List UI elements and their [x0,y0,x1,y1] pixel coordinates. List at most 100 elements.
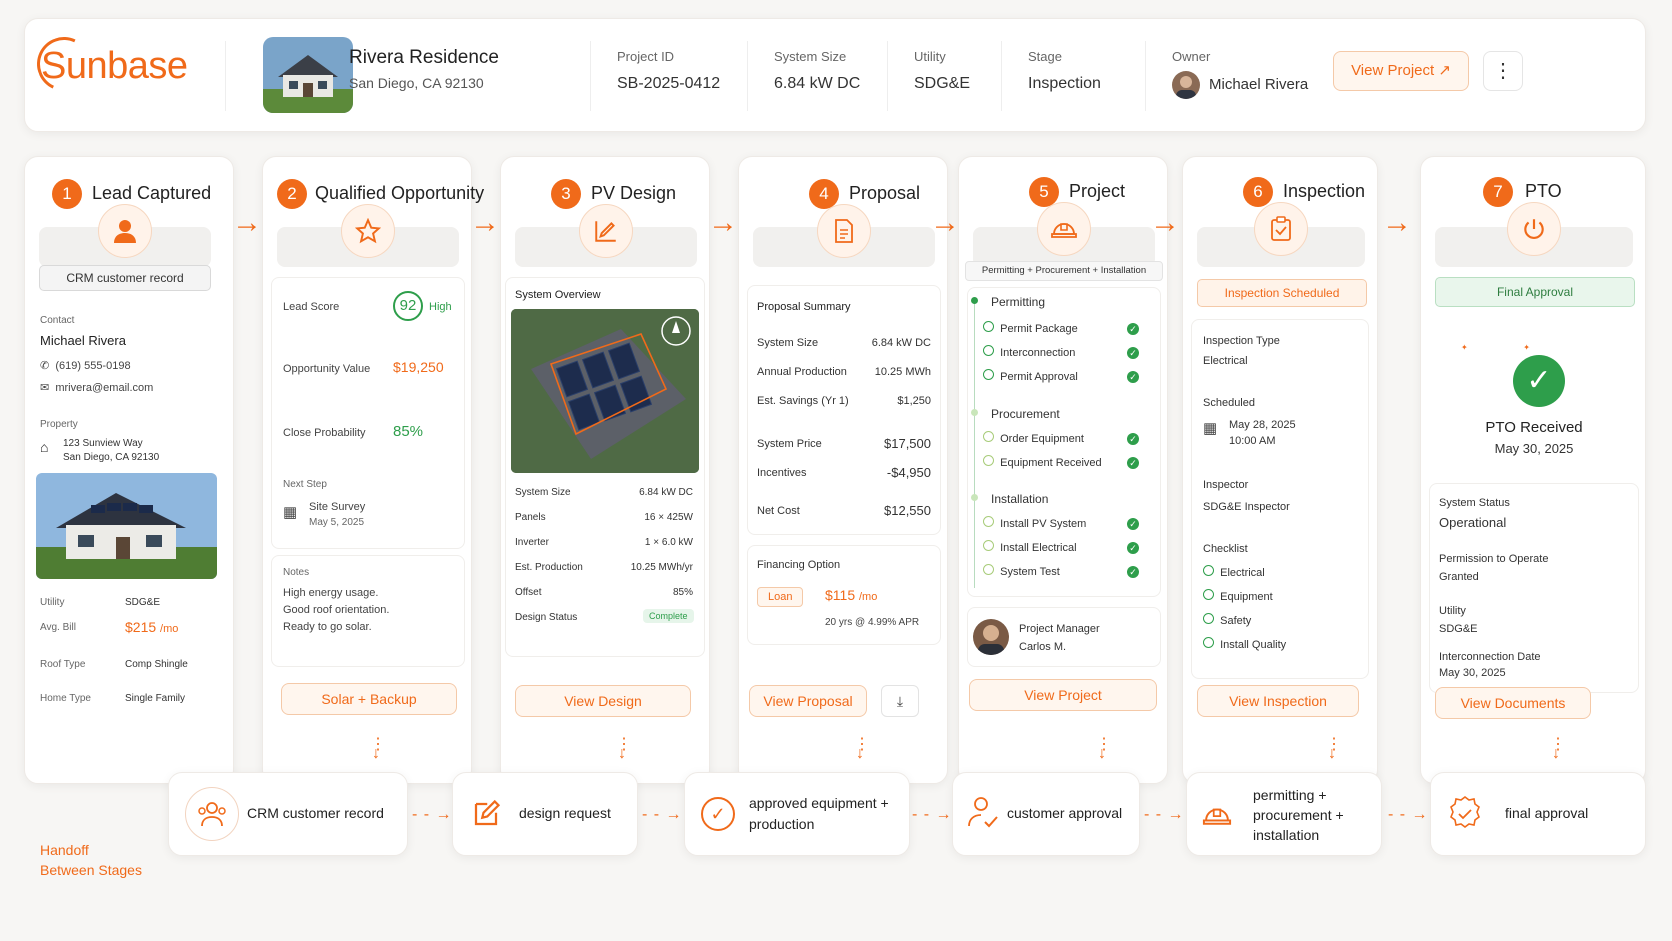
circle-icon [983,321,994,332]
circle-icon [983,516,994,527]
design-pencil-icon [579,204,633,258]
handoff-label: final approval [1505,805,1589,821]
check-icon: ✓ [1127,433,1139,445]
view-design-button[interactable]: View Design [515,685,691,717]
lead-score-level: High [429,301,452,313]
download-icon[interactable]: ⤓ [881,685,919,717]
stage-pto: 7 PTO Final Approval ✓ ✦ ✦ PTO Received … [1420,156,1646,784]
view-inspection-button[interactable]: View Inspection [1197,685,1359,717]
stage-value: Inspection [1028,75,1101,92]
phone-row[interactable]: ✆ (619) 555-0198 [40,359,131,372]
stage-lead-captured: 1 Lead Captured CRM customer record Cont… [24,156,234,784]
system-size-value: 6.84 kW DC [774,75,861,92]
handoff-label: permitting + procurement + installation [1253,787,1344,843]
circle-icon [983,345,994,356]
flow-arrow-icon: → [470,206,500,239]
stage-title: Lead Captured [92,183,212,203]
design-status-label: Design Status [515,612,578,623]
notes-label: Notes [283,567,310,578]
flow-arrow-icon: → [930,206,960,239]
system-overview-label: System Overview [515,289,601,301]
stage-number: 6 [1243,177,1273,207]
more-options-button[interactable]: ⋮ [1483,51,1523,91]
pm-label: Project Manager [1019,623,1100,635]
user-check-icon [967,795,999,834]
roof-label: Roof Type [40,659,86,670]
utility-label: Utility [40,597,65,608]
stage-proposal: 4 Proposal Proposal Summary System Size … [738,156,948,784]
crm-record-badge: CRM customer record [39,265,211,291]
incentives-label: Incentives [757,467,807,479]
down-arrow-icon: ⋮ ↓ [370,736,386,762]
task-row: Interconnection [983,345,1075,359]
dashed-arrow-icon: - - → [1388,806,1429,823]
spec-value: 6.84 kW DC [639,487,693,498]
stage-pv-design: 3 PV Design System Overview System Size … [500,156,710,784]
spec-label: Inverter [515,537,549,548]
inspection-scheduled-badge: Inspection Scheduled [1197,279,1367,307]
home-type-value: Single Family [125,693,186,704]
system-status-label: System Status [1439,497,1510,509]
pto-received-date: May 30, 2025 [1494,441,1574,456]
lead-score-ring: 92 [393,291,423,321]
view-proposal-button[interactable]: View Proposal [749,685,867,717]
check-circle-icon [1203,589,1214,600]
inspector-label: Inspector [1203,479,1249,491]
inspection-type-value: Electrical [1203,355,1248,367]
system-price-label: System Price [757,438,822,450]
check-icon: ✓ [1127,542,1139,554]
check-icon: ✓ [1127,566,1139,578]
dashed-arrow-icon: - - → [1144,806,1185,823]
handoff-design-request: design request [452,772,638,856]
group-title: Installation [991,492,1049,506]
property-label: Property [40,419,78,430]
hardhat-icon [1201,803,1233,832]
check-icon: ✓ [1127,457,1139,469]
email-row[interactable]: ✉ mrivera@email.com [40,381,153,394]
task-row: Install PV System [983,516,1086,530]
owner-name: Michael Rivera [1209,76,1309,93]
task-row: Order Equipment [983,431,1084,445]
calendar-icon: ▦ [1203,420,1218,437]
roof-value: Comp Shingle [125,659,188,670]
handoff-label: design request [519,805,611,821]
scheduled-time: 10:00 AM [1229,435,1276,447]
spec-value: 85% [672,587,693,598]
loan-badge[interactable]: Loan [757,587,804,607]
pto-permission-label: Permission to Operate [1439,553,1549,565]
view-project-stage-button[interactable]: View Project [969,679,1157,711]
stage-label: Stage [1028,49,1062,64]
view-documents-button[interactable]: View Documents [1435,687,1591,719]
handoff-label: CRM customer record [247,805,384,821]
clipboard-check-icon [1254,202,1308,256]
phone-icon: ✆ [40,360,50,372]
inspector-value: SDG&E Inspector [1203,501,1290,513]
power-icon [1507,202,1561,256]
check-circle-icon [1203,565,1214,576]
system-size-label: System Size [774,49,847,64]
interconnection-date-label: Interconnection Date [1439,651,1541,663]
circle-icon [983,431,994,442]
house-thumbnail [263,37,353,113]
spec-value: 16 × 425W [644,512,693,523]
stage-inspection: 6 Inspection Inspection Scheduled Inspec… [1182,156,1378,784]
owner-avatar [1172,71,1200,99]
project-phase-tag: Permitting + Procurement + Installation [965,261,1163,281]
solar-backup-button[interactable]: Solar + Backup [281,683,457,715]
check-circle-icon [1203,637,1214,648]
dashed-arrow-icon: - - → [412,806,453,823]
down-arrow-icon: ⋮ ↓ [1326,736,1342,762]
bill-label: Avg. Bill [40,622,76,633]
stage-project: 5 Project Permitting + Procurement + Ins… [958,156,1168,784]
close-probability-value: 85% [393,423,424,440]
view-project-button[interactable]: View Project ↗ [1333,51,1469,91]
check-icon: ✓ [1127,518,1139,530]
users-icon [185,787,239,841]
stage-number: 3 [551,179,581,209]
spec-label: System Size [515,487,571,498]
next-step-value: Site Survey [309,501,366,513]
hardhat-icon [1037,202,1091,256]
stage-number: 7 [1483,177,1513,207]
stage-title: Qualified Opportunity [315,183,485,203]
net-cost-label: Net Cost [757,505,800,517]
